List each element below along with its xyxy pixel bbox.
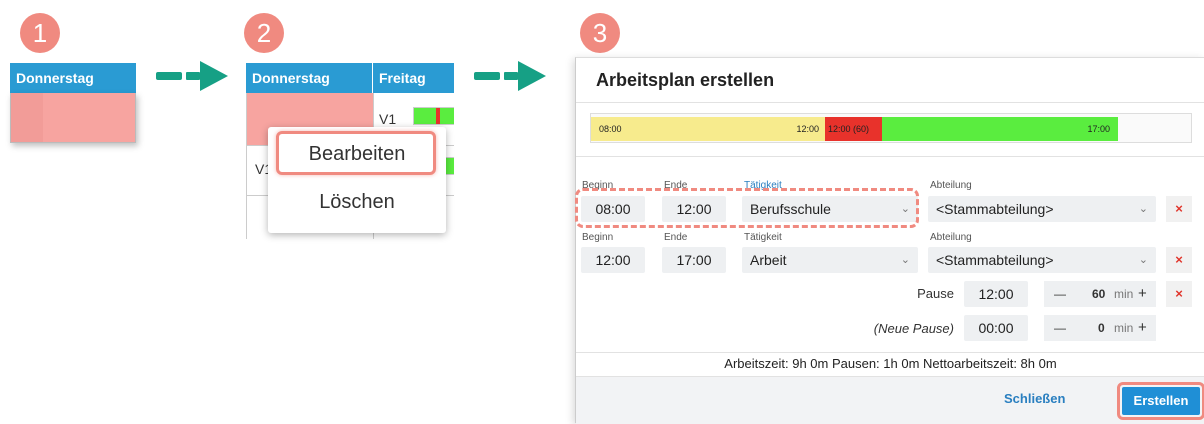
segment-start: 08:00 <box>599 124 622 134</box>
step-3-badge: 3 <box>580 13 620 53</box>
divider <box>576 156 1204 157</box>
new-pause-unit: min <box>1114 321 1134 335</box>
day-header-friday: Freitag <box>373 63 454 93</box>
remove-pause-button[interactable]: × <box>1166 281 1192 307</box>
close-button[interactable]: Schließen <box>1004 391 1065 406</box>
row-label: V1 <box>379 111 397 127</box>
segment-end: 12:00 <box>796 124 819 134</box>
pause-label: Pause <box>917 286 954 301</box>
chevron-down-icon: ⌄ <box>1138 203 1148 215</box>
dialog-title: Arbeitsplan erstellen <box>596 70 775 90</box>
end-time-input[interactable]: 17:00 <box>662 247 726 273</box>
minus-icon[interactable]: — <box>1054 315 1066 341</box>
create-workplan-dialog: Arbeitsplan erstellen 08:00 12:00 12:00 … <box>575 57 1204 424</box>
department-select[interactable]: <Stammabteilung> ⌄ <box>928 196 1156 222</box>
context-menu: Bearbeiten Löschen <box>268 127 446 233</box>
menu-item-delete[interactable]: Löschen <box>268 191 446 214</box>
segment-end: 17:00 <box>1087 124 1110 134</box>
department-label: Abteilung <box>930 232 972 243</box>
work-time-summary: Arbeitszeit: 9h 0m Pausen: 1h 0m Nettoar… <box>724 356 1057 371</box>
day-header-thursday: Donnerstag <box>246 63 372 93</box>
segment-label: 12:00 (60) <box>828 124 870 134</box>
timeline-segment-work[interactable]: 17:00 <box>882 117 1118 141</box>
activity-value: Arbeit <box>750 252 787 268</box>
remove-row-button[interactable]: × <box>1166 247 1192 273</box>
day-header-thursday: Donnerstag <box>10 63 136 93</box>
minus-icon[interactable]: — <box>1054 281 1066 307</box>
activity-label: Tätigkeit <box>744 232 782 243</box>
new-pause-minutes: 0 <box>1098 321 1105 335</box>
pause-unit: min <box>1114 287 1134 301</box>
divider <box>576 352 1204 353</box>
pause-marker <box>436 108 440 124</box>
cell-shade <box>11 93 43 142</box>
department-value: <Stammabteilung> <box>936 201 1054 217</box>
plus-icon[interactable]: + <box>1138 315 1147 341</box>
department-label: Abteilung <box>930 180 972 191</box>
new-pause-time-input[interactable]: 00:00 <box>964 315 1028 341</box>
pause-time-input[interactable]: 12:00 <box>964 281 1028 307</box>
begin-time-input[interactable]: 12:00 <box>581 247 645 273</box>
begin-label: Beginn <box>582 232 614 243</box>
department-select[interactable]: <Stammabteilung> ⌄ <box>928 247 1156 273</box>
new-pause-duration-stepper[interactable]: — 0 min + <box>1044 315 1156 341</box>
schedule-cell[interactable] <box>10 93 136 143</box>
create-button[interactable]: Erstellen <box>1122 387 1200 415</box>
arrow-right-icon <box>156 61 228 91</box>
department-value: <Stammabteilung> <box>936 252 1054 268</box>
shift-bar[interactable] <box>413 107 454 125</box>
remove-row-button[interactable]: × <box>1166 196 1192 222</box>
chevron-down-icon: ⌄ <box>1138 254 1148 266</box>
row-highlight <box>575 188 919 228</box>
end-label: Ende <box>664 232 688 243</box>
chevron-down-icon: ⌄ <box>900 254 910 266</box>
new-pause-label: (Neue Pause) <box>873 321 954 336</box>
divider <box>576 102 1204 103</box>
timeline-segment-school[interactable]: 08:00 12:00 <box>591 117 825 141</box>
step-2-badge: 2 <box>244 13 284 53</box>
dialog-footer: Schließen Erstellen <box>576 376 1204 424</box>
menu-item-edit[interactable]: Bearbeiten <box>268 143 446 166</box>
plus-icon[interactable]: + <box>1138 281 1147 307</box>
pause-minutes: 60 <box>1092 287 1106 301</box>
create-highlight: Erstellen <box>1117 382 1204 420</box>
step-1-badge: 1 <box>20 13 60 53</box>
timeline: 08:00 12:00 12:00 (60) 17:00 <box>590 113 1192 143</box>
activity-select[interactable]: Arbeit ⌄ <box>742 247 918 273</box>
pause-duration-stepper[interactable]: — 60 min + <box>1044 281 1156 307</box>
arrow-right-icon <box>474 61 546 91</box>
timeline-segment-pause[interactable]: 12:00 (60) <box>825 117 882 141</box>
